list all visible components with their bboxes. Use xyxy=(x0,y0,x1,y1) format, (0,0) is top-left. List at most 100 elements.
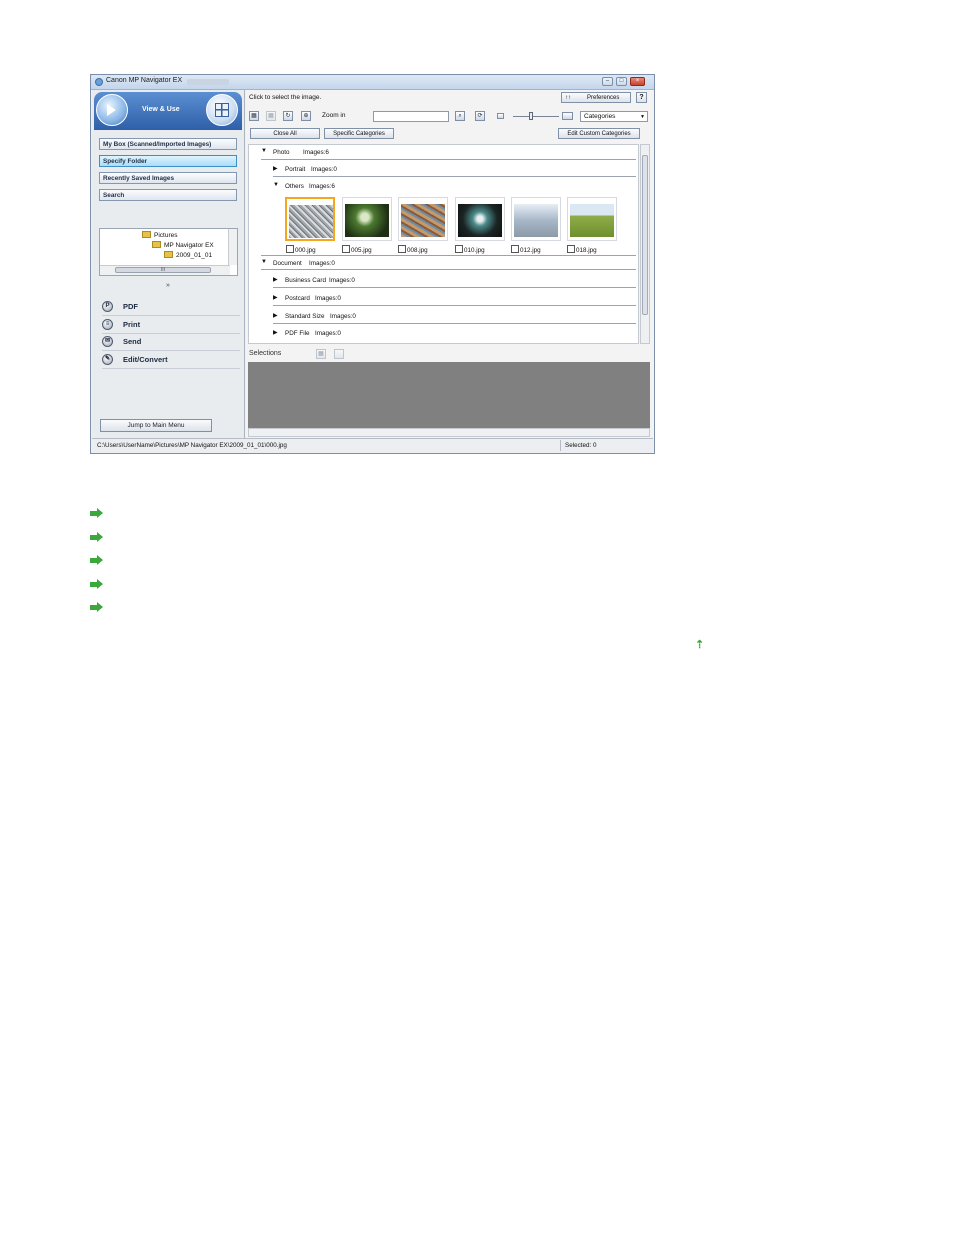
thumbnail-012[interactable] xyxy=(511,197,561,241)
arrow-right-icon[interactable] xyxy=(90,532,103,542)
thumbnail-caption[interactable]: 010.jpg xyxy=(455,245,485,254)
select-checkbox[interactable] xyxy=(398,245,406,253)
arrow-right-icon[interactable] xyxy=(90,579,103,589)
select-checkbox[interactable] xyxy=(567,245,575,253)
scroll-thumb[interactable] xyxy=(642,155,648,315)
tree-item-mp-navigator[interactable]: MP Navigator EX xyxy=(152,241,214,249)
category-document[interactable]: ▼ Document Images:0 xyxy=(261,255,636,270)
category-photo[interactable]: ▼ Photo Images:6 xyxy=(261,145,636,160)
refresh-icon[interactable]: ⟳ xyxy=(475,111,485,121)
pdf-icon: P xyxy=(102,301,113,312)
arrow-right-icon[interactable] xyxy=(90,555,103,565)
collapsed-arrow-icon[interactable]: ▶ xyxy=(273,329,278,336)
category-business-card[interactable]: ▶ Business Card Images:0 xyxy=(273,273,636,288)
tree-item-date-folder[interactable]: 2009_01_01 xyxy=(164,251,212,259)
clear-selection-icon[interactable] xyxy=(334,349,344,359)
thumbnail-size-slider[interactable] xyxy=(513,112,559,120)
tree-vertical-scrollbar[interactable] xyxy=(228,229,237,265)
collapsed-arrow-icon[interactable]: ▶ xyxy=(273,276,278,283)
select-checkbox[interactable] xyxy=(342,245,350,253)
expand-arrow-icon[interactable]: ▼ xyxy=(273,182,279,188)
search-input[interactable] xyxy=(373,111,449,122)
collapsed-arrow-icon[interactable]: ▶ xyxy=(273,294,278,301)
nav-my-box[interactable]: My Box (Scanned/Imported Images) xyxy=(99,138,237,150)
zoom-icon[interactable]: ⊕ xyxy=(301,111,311,121)
search-icon[interactable]: ⌕ xyxy=(455,111,465,121)
help-button[interactable]: ? xyxy=(636,92,647,103)
thumbnail-000[interactable] xyxy=(285,197,335,241)
app-icon xyxy=(95,78,103,86)
sidebar: View & Use My Box (Scanned/Imported Imag… xyxy=(92,90,245,438)
select-all-icon[interactable]: ▦ xyxy=(249,111,259,121)
window-title: Canon MP Navigator EX xyxy=(106,77,183,84)
selections-bar: Selections ▦ xyxy=(248,347,650,361)
image-thumbnail xyxy=(289,205,333,238)
title-bar[interactable]: Canon MP Navigator EX – □ × xyxy=(91,75,654,90)
category-standard-size[interactable]: ▶ Standard Size Images:0 xyxy=(273,309,636,324)
action-send[interactable]: ✉ Send xyxy=(102,334,240,351)
category-portrait[interactable]: ▶ Portrait Images:0 xyxy=(273,162,636,177)
selections-scrollbar[interactable] xyxy=(248,428,650,437)
selections-area[interactable] xyxy=(248,362,650,428)
navigate-icon[interactable] xyxy=(96,94,128,126)
select-checkbox[interactable] xyxy=(455,245,463,253)
action-print[interactable]: ≡ Print xyxy=(102,317,240,334)
small-thumbnail-icon[interactable] xyxy=(497,113,504,119)
thumbnail-caption[interactable]: 000.jpg xyxy=(286,245,316,254)
edit-custom-categories-button[interactable]: Edit Custom Categories xyxy=(558,128,640,139)
thumbnail-caption[interactable]: 012.jpg xyxy=(511,245,541,254)
rotate-icon[interactable]: ↻ xyxy=(283,111,293,121)
zoom-label[interactable]: Zoom in xyxy=(322,112,345,119)
collapsed-arrow-icon[interactable]: ▶ xyxy=(273,312,278,319)
specific-categories-button[interactable]: Specific Categories xyxy=(324,128,394,139)
scroll-thumb[interactable]: III xyxy=(115,267,211,273)
category-others[interactable]: ▼ Others Images:6 xyxy=(273,179,636,194)
thumbnail-caption[interactable]: 018.jpg xyxy=(567,245,597,254)
folder-tree[interactable]: Pictures MP Navigator EX 2009_01_01 III xyxy=(99,228,238,276)
thumbnail-005[interactable] xyxy=(342,197,392,241)
action-edit-convert[interactable]: ✎ Edit/Convert xyxy=(102,352,240,369)
jump-to-main-menu-button[interactable]: Jump to Main Menu xyxy=(100,419,212,432)
close-all-button[interactable]: Close All xyxy=(250,128,320,139)
expand-arrow-icon[interactable]: ▼ xyxy=(261,148,267,154)
chevron-down-icon: ▼ xyxy=(640,114,645,120)
thumbnail-018[interactable] xyxy=(567,197,617,241)
image-thumbnail xyxy=(401,204,445,237)
thumbnail-010[interactable] xyxy=(455,197,505,241)
thumbnail-caption[interactable]: 008.jpg xyxy=(398,245,428,254)
divider xyxy=(560,440,561,451)
action-pdf[interactable]: P PDF xyxy=(102,299,240,316)
collapse-icon[interactable]: » xyxy=(96,282,240,292)
select-all-icon[interactable]: ▦ xyxy=(316,349,326,359)
arrow-right-icon[interactable] xyxy=(90,602,103,612)
mp-navigator-window: Canon MP Navigator EX – □ × View & Use M… xyxy=(90,74,655,454)
arrow-right-icon[interactable] xyxy=(90,508,103,518)
send-icon: ✉ xyxy=(102,336,113,347)
tree-item-pictures[interactable]: Pictures xyxy=(142,231,177,239)
nav-search[interactable]: Search xyxy=(99,189,237,201)
maximize-button[interactable]: □ xyxy=(616,77,627,86)
slider-thumb[interactable] xyxy=(529,112,533,120)
category-postcard[interactable]: ▶ Postcard Images:0 xyxy=(273,291,636,306)
view-mode-icon[interactable] xyxy=(206,94,238,126)
sort-select[interactable]: Categories ▼ xyxy=(580,111,648,122)
select-checkbox[interactable] xyxy=(286,245,294,253)
nav-recently-saved[interactable]: Recently Saved Images xyxy=(99,172,237,184)
close-button[interactable]: × xyxy=(630,77,645,86)
minimize-button[interactable]: – xyxy=(602,77,613,86)
collapsed-arrow-icon[interactable]: ▶ xyxy=(273,165,278,172)
edit-icon: ✎ xyxy=(102,354,113,365)
page-top-icon[interactable]: ⇡ xyxy=(695,638,704,651)
large-thumbnail-icon[interactable] xyxy=(562,112,573,120)
thumbnail-008[interactable] xyxy=(398,197,448,241)
preferences-button[interactable]: ↑↑ Preferences xyxy=(561,92,631,103)
category-list-scrollbar[interactable] xyxy=(640,144,650,344)
expand-arrow-icon[interactable]: ▼ xyxy=(261,259,267,265)
deselect-icon[interactable]: ▦ xyxy=(266,111,276,121)
nav-specify-folder[interactable]: Specify Folder xyxy=(99,155,237,167)
toolbar: ▦ ▦ ↻ ⊕ Zoom in ⌕ ⟳ Categories ▼ xyxy=(249,110,651,124)
category-pdf-file[interactable]: ▶ PDF File Images:0 xyxy=(273,326,636,341)
thumbnail-caption[interactable]: 005.jpg xyxy=(342,245,372,254)
select-checkbox[interactable] xyxy=(511,245,519,253)
tree-horizontal-scrollbar[interactable]: III xyxy=(100,265,230,275)
